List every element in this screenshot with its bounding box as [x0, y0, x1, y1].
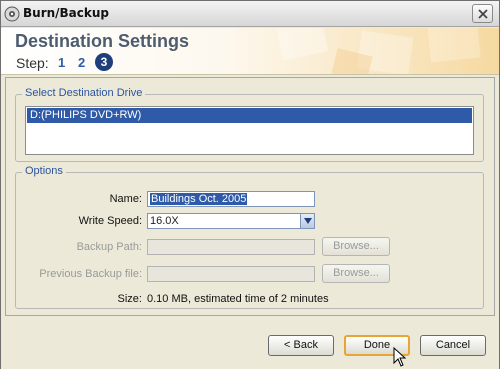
- write-speed-label: Write Speed:: [78, 215, 142, 227]
- options-group: Options Name: Buildings Oct. 2005 Write …: [15, 165, 484, 309]
- burn-backup-dialog: Burn/Backup Destination Settings Step: 1…: [0, 0, 500, 369]
- name-input[interactable]: Buildings Oct. 2005: [147, 191, 315, 207]
- name-label: Name:: [109, 193, 142, 205]
- close-button[interactable]: [472, 4, 493, 23]
- page-title: Destination Settings: [15, 31, 190, 51]
- backup-path-label: Backup Path:: [76, 241, 142, 253]
- step-1[interactable]: 1: [58, 55, 65, 70]
- cancel-button[interactable]: Cancel: [420, 335, 486, 356]
- chevron-down-icon: [304, 218, 312, 224]
- drive-list-item[interactable]: D:(PHILIPS DVD+RW): [27, 108, 472, 123]
- wizard-header: Destination Settings Step: 1 2 3: [1, 28, 499, 75]
- destination-drive-legend: Select Destination Drive: [22, 87, 146, 99]
- drive-list[interactable]: D:(PHILIPS DVD+RW): [25, 106, 474, 155]
- dropdown-arrow[interactable]: [300, 214, 314, 228]
- write-speed-value: 16.0X: [150, 215, 179, 227]
- close-icon: [478, 9, 488, 19]
- backup-path-input[interactable]: [147, 239, 315, 255]
- content-panel: Select Destination Drive D:(PHILIPS DVD+…: [5, 77, 495, 316]
- destination-drive-group: Select Destination Drive D:(PHILIPS DVD+…: [15, 87, 484, 162]
- previous-backup-browse-button[interactable]: Browse...: [322, 264, 390, 283]
- size-value: 0.10 MB, estimated time of 2 minutes: [147, 293, 329, 305]
- name-input-value: Buildings Oct. 2005: [150, 193, 248, 205]
- step-3-active[interactable]: 3: [95, 53, 113, 71]
- previous-backup-input[interactable]: [147, 266, 315, 282]
- step-label: Step:: [16, 55, 49, 71]
- header-decoration: [275, 28, 481, 74]
- write-speed-select[interactable]: 16.0X: [147, 213, 315, 229]
- mouse-cursor-icon: [393, 347, 407, 367]
- window-title: Burn/Backup: [23, 6, 110, 20]
- step-2[interactable]: 2: [78, 55, 85, 70]
- app-icon: [4, 6, 20, 22]
- previous-backup-label: Previous Backup file:: [39, 268, 142, 280]
- options-legend: Options: [22, 165, 66, 177]
- back-button[interactable]: < Back: [268, 335, 334, 356]
- size-label: Size:: [117, 293, 142, 305]
- button-bar: < Back Done Cancel: [1, 323, 499, 369]
- backup-path-browse-button[interactable]: Browse...: [322, 237, 390, 256]
- title-bar[interactable]: Burn/Backup: [1, 1, 499, 27]
